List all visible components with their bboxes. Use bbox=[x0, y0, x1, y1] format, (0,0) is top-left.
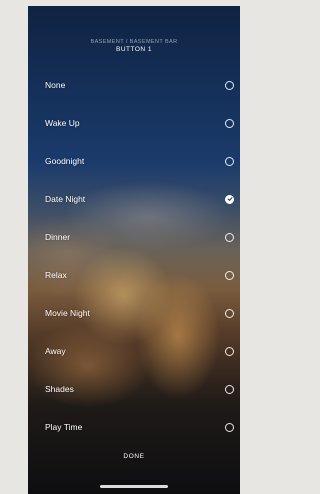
screen-header: BASEMENT / BASEMENT BAR BUTTON 1 bbox=[28, 38, 240, 54]
scene-option-label: Wake Up bbox=[45, 118, 80, 128]
scene-option-play-time[interactable]: Play Time bbox=[28, 408, 240, 446]
radio-empty-icon[interactable] bbox=[225, 308, 234, 318]
radio-empty-icon[interactable] bbox=[225, 270, 234, 280]
scene-option-goodnight[interactable]: Goodnight bbox=[28, 142, 240, 180]
scene-option-date-night[interactable]: Date Night bbox=[28, 180, 240, 218]
scene-option-shades[interactable]: Shades bbox=[28, 370, 240, 408]
page-title: BUTTON 1 bbox=[115, 46, 153, 53]
scene-option-label: Goodnight bbox=[45, 156, 85, 166]
radio-empty-icon[interactable] bbox=[225, 156, 234, 166]
scene-option-label: Shades bbox=[45, 384, 74, 394]
scene-option-label: Dinner bbox=[45, 232, 71, 242]
scene-option-dinner[interactable]: Dinner bbox=[28, 218, 240, 256]
radio-empty-icon[interactable] bbox=[225, 118, 234, 128]
scene-option-label: Date Night bbox=[45, 194, 86, 204]
scene-option-none[interactable]: None bbox=[28, 66, 240, 104]
scene-option-movie-night[interactable]: Movie Night bbox=[28, 294, 240, 332]
radio-empty-icon[interactable] bbox=[225, 232, 234, 242]
scene-option-label: Movie Night bbox=[45, 308, 90, 318]
scene-option-wake-up[interactable]: Wake Up bbox=[28, 104, 240, 142]
scene-option-label: Relax bbox=[45, 270, 67, 280]
breadcrumb: BASEMENT / BASEMENT BAR bbox=[90, 39, 178, 45]
radio-empty-icon[interactable] bbox=[225, 422, 234, 432]
done-button[interactable]: DONE bbox=[28, 453, 240, 460]
scene-option-away[interactable]: Away bbox=[28, 332, 240, 370]
radio-empty-icon[interactable] bbox=[225, 384, 234, 394]
scene-option-label: Play Time bbox=[45, 422, 83, 432]
scene-option-relax[interactable]: Relax bbox=[28, 256, 240, 294]
scene-option-label: None bbox=[45, 80, 66, 90]
check-circle-icon[interactable] bbox=[225, 194, 234, 204]
scene-option-label: Away bbox=[45, 346, 66, 356]
radio-empty-icon[interactable] bbox=[225, 346, 234, 356]
radio-empty-icon[interactable] bbox=[225, 80, 234, 90]
scene-picker-screen: BASEMENT / BASEMENT BAR BUTTON 1 None Wa… bbox=[28, 6, 240, 494]
home-indicator[interactable] bbox=[100, 485, 168, 488]
